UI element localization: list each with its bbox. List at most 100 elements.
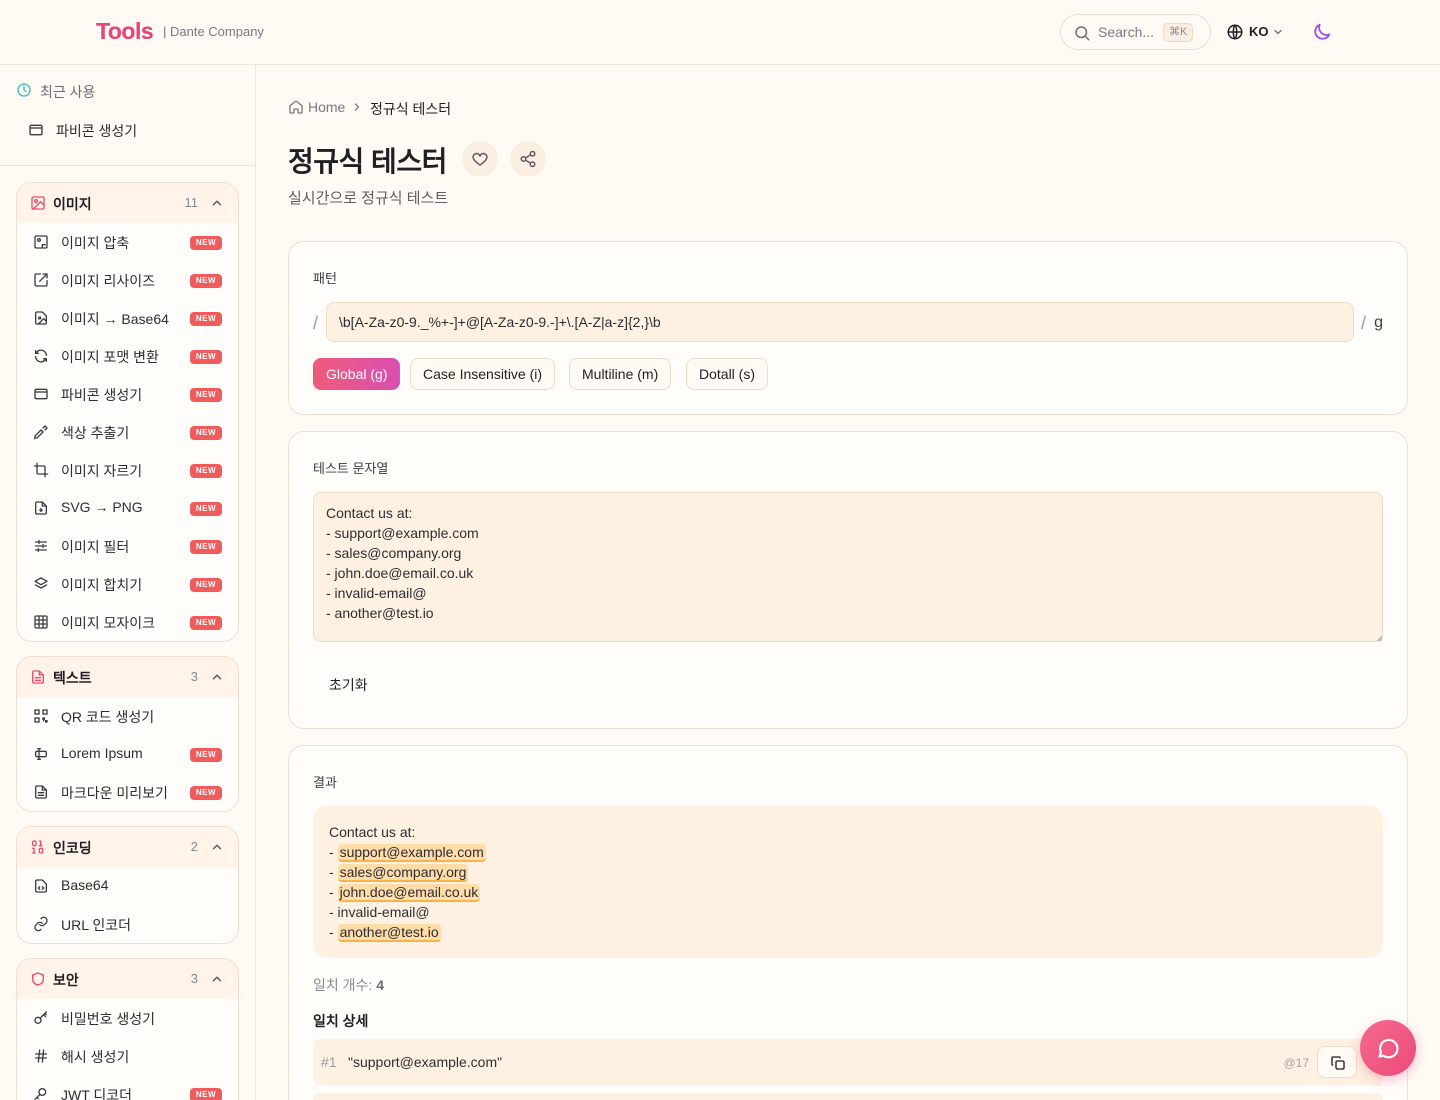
result-label: 결과 <box>313 775 337 790</box>
top-header: Tools | Dante Company Search... ⌘K KO <box>0 0 1440 65</box>
sidebar-item-label: 이미지 포맷 변환 <box>61 349 159 365</box>
match-detail-row: #1 "support@example.com" @17 <box>313 1039 1383 1085</box>
share-button[interactable] <box>510 141 546 177</box>
search-shortcut: ⌘K <box>1163 23 1194 42</box>
sidebar-item-markdown[interactable]: 마크다운 미리보기 NEW <box>17 773 238 811</box>
key-icon <box>34 1011 47 1024</box>
result-output: Contact us at: - support@example.com - s… <box>313 806 1383 958</box>
sidebar-item-label: 비밀번호 생성기 <box>61 1011 156 1027</box>
category-label: 텍스트 <box>53 670 92 686</box>
company-name: | Dante Company <box>163 24 264 39</box>
chevron-up-icon <box>212 976 222 982</box>
result-text: - <box>329 884 338 900</box>
match-highlight: sales@company.org <box>337 864 469 882</box>
search-box[interactable]: Search... ⌘K <box>1060 14 1211 50</box>
flag-dotall-button[interactable]: Dotall (s) <box>686 358 769 390</box>
layers-icon <box>34 577 48 589</box>
copy-button[interactable] <box>1317 1046 1357 1078</box>
category-header[interactable]: 텍스트 3 <box>17 657 238 697</box>
match-details-label: 일치 상세 <box>313 1013 369 1029</box>
pattern-open-slash: / <box>313 313 319 333</box>
test-string-textarea[interactable]: Contact us at: - support@example.com - s… <box>313 492 1383 642</box>
resize-icon <box>34 273 48 287</box>
match-count: 일치 개수: 4 <box>313 975 384 995</box>
pattern-input[interactable]: \b[A-Za-z0-9._%+-]+@[A-Za-z0-9.-]+\.[A-Z… <box>326 302 1354 342</box>
result-text: - <box>329 864 338 880</box>
result-line: - john.doe@email.co.uk <box>329 882 1367 902</box>
sidebar-item-base64[interactable]: Base64 <box>17 867 238 905</box>
category-count: 3 <box>190 669 198 684</box>
new-badge: NEW <box>190 464 222 478</box>
sidebar-item-label: 파비콘 생성기 <box>61 387 143 403</box>
sidebar-item-image-format[interactable]: 이미지 포맷 변환 NEW <box>17 337 238 375</box>
copy-icon <box>1331 1056 1345 1070</box>
sidebar-item-svg-png[interactable]: SVG → PNG NEW <box>17 489 238 527</box>
resize-handle-icon[interactable] <box>1375 634 1383 642</box>
match-value: "support@example.com" <box>348 1054 503 1070</box>
app-logo[interactable]: Tools <box>96 18 154 45</box>
file-text-icon <box>35 785 47 799</box>
image-icon <box>31 196 45 210</box>
sidebar-item-jwt[interactable]: JWT 디코더 NEW <box>17 1075 238 1100</box>
file-image-icon <box>35 311 47 325</box>
sidebar-item-label: 해시 생성기 <box>61 1049 130 1065</box>
sidebar-item-qr[interactable]: QR 코드 생성기 <box>17 697 238 735</box>
binary-icon <box>31 840 44 854</box>
image-compress-icon <box>34 235 48 249</box>
sidebar-item-image-merge[interactable]: 이미지 합치기 NEW <box>17 565 238 603</box>
chevron-up-icon <box>212 674 222 680</box>
sidebar-item-label: JWT 디코더 <box>61 1087 133 1100</box>
category-header[interactable]: 인코딩 2 <box>17 827 238 867</box>
page-subtitle: 실시간으로 정규식 테스트 <box>288 190 449 207</box>
reset-button[interactable]: 초기화 <box>329 675 368 695</box>
category-header[interactable]: 보안 3 <box>17 959 238 999</box>
chevron-up-icon <box>212 200 222 206</box>
pattern-label: 패턴 <box>313 271 337 286</box>
sidebar-item-image-filter[interactable]: 이미지 필터 NEW <box>17 527 238 565</box>
flag-multiline-button[interactable]: Multiline (m) <box>569 358 672 390</box>
chat-button[interactable] <box>1360 1020 1416 1076</box>
breadcrumb-home[interactable]: Home <box>308 99 345 115</box>
sidebar: 최근 사용 파비콘 생성기 이미지 11 이미지 압축 NEW 이미지 리사이즈… <box>0 65 256 1100</box>
shield-icon <box>31 972 44 986</box>
sidebar-item-label: 이미지 압축 <box>61 235 130 251</box>
result-line: - invalid-email@ <box>329 902 1367 922</box>
sidebar-item-hash[interactable]: 해시 생성기 <box>17 1037 238 1075</box>
grid-icon <box>34 615 48 629</box>
flag-case-insensitive-button[interactable]: Case Insensitive (i) <box>410 358 556 390</box>
result-card: 결과 Contact us at: - support@example.com … <box>288 745 1408 1100</box>
moon-icon[interactable] <box>1311 21 1333 43</box>
home-icon <box>289 100 303 114</box>
favorite-button[interactable] <box>462 141 498 177</box>
sidebar-item-lorem[interactable]: Lorem Ipsum NEW <box>17 735 238 773</box>
chevron-right-icon <box>354 103 360 111</box>
result-text: - invalid-email@ <box>329 904 430 920</box>
category-header[interactable]: 이미지 11 <box>17 183 238 223</box>
globe-icon <box>1227 24 1243 40</box>
flag-global-button[interactable]: Global (g) <box>313 358 401 390</box>
sidebar-item-password[interactable]: 비밀번호 생성기 <box>17 999 238 1037</box>
new-badge: NEW <box>190 312 222 326</box>
match-highlight: john.doe@email.co.uk <box>337 884 481 902</box>
sidebar-item-image-resize[interactable]: 이미지 리사이즈 NEW <box>17 261 238 299</box>
sidebar-item-color-extractor[interactable]: 색상 추출기 NEW <box>17 413 238 451</box>
category-label: 인코딩 <box>53 840 92 856</box>
share-icon <box>520 150 536 168</box>
sidebar-item-image-compress[interactable]: 이미지 압축 NEW <box>17 223 238 261</box>
match-position: @17 <box>1283 1056 1309 1070</box>
sidebar-divider <box>0 165 255 166</box>
match-count-value: 4 <box>376 977 384 993</box>
text-cursor-icon <box>35 748 47 760</box>
sidebar-item-url-encoder[interactable]: URL 인코더 <box>17 905 238 943</box>
breadcrumb-current: 정규식 테스터 <box>370 101 452 117</box>
sidebar-item-image-mosaic[interactable]: 이미지 모자이크 NEW <box>17 603 238 641</box>
pipette-icon <box>33 425 48 440</box>
sidebar-item-label: Base64 <box>61 877 109 893</box>
page-title: 정규식 테스터 <box>288 146 447 177</box>
sidebar-item-image-crop[interactable]: 이미지 자르기 NEW <box>17 451 238 489</box>
new-badge: NEW <box>190 350 222 364</box>
sidebar-item-label: 이미지 자르기 <box>61 463 143 479</box>
qr-code-icon <box>34 709 48 723</box>
sidebar-item-image-base64[interactable]: 이미지 → Base64 NEW <box>17 299 238 337</box>
sidebar-item-favicon[interactable]: 파비콘 생성기 NEW <box>17 375 238 413</box>
